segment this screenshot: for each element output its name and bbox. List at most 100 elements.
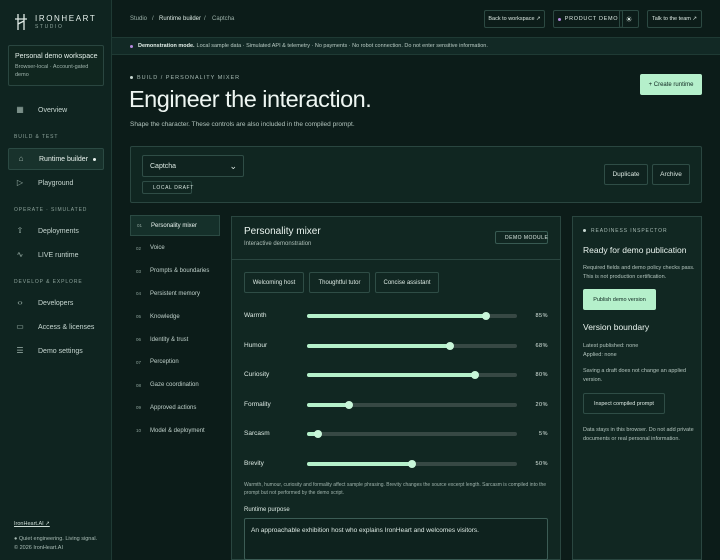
duplicate-button[interactable]: Duplicate	[604, 164, 648, 185]
sidebar-item-deployments[interactable]: ⇧ Deployments	[8, 220, 104, 242]
step-label: Approved actions	[150, 404, 197, 411]
slider-value: 5%	[539, 431, 548, 438]
notice-text: Local sample data · Simulated API & tele…	[196, 43, 488, 49]
step-label: Knowledge	[150, 313, 180, 320]
slider-value: 80%	[535, 372, 548, 379]
demo-notice-bar: Demonstration mode. Local sample data · …	[112, 38, 720, 55]
demo-module-label: DEMO MODULE	[505, 234, 549, 241]
step-number: 06	[136, 337, 142, 342]
step-label: Persistent memory	[150, 290, 201, 297]
archive-button[interactable]: Archive	[652, 164, 690, 185]
sidebar-item-access[interactable]: ▭ Access & licenses	[8, 316, 104, 338]
active-dot	[93, 157, 96, 161]
runtime-select[interactable]: Captcha ⌄	[142, 155, 244, 177]
step-number: 03	[136, 268, 142, 274]
slider-thumb[interactable]	[345, 400, 353, 409]
panel-divider	[231, 259, 561, 260]
talk-to-team-button[interactable]: Talk to the team ↗	[647, 10, 702, 28]
workspace-card[interactable]: Personal demo workspace Browser-local · …	[8, 45, 104, 86]
eyebrow-dot	[583, 229, 586, 232]
sidebar-item-overview[interactable]: ▦ Overview	[8, 99, 104, 121]
slider-track[interactable]	[307, 312, 517, 320]
version-boundary-title: Version boundary	[583, 322, 650, 332]
step-item[interactable]: 02 Voice	[130, 238, 220, 259]
breadcrumb-studio[interactable]: Studio	[130, 16, 147, 22]
breadcrumb-separator: /	[204, 16, 206, 22]
slider-thumb[interactable]	[481, 312, 490, 320]
card-icon: ▭	[16, 322, 24, 331]
upload-icon: ⇧	[16, 226, 24, 235]
step-item[interactable]: 04 Persistent memory	[130, 283, 220, 304]
saving-note: Saving a draft does not change an applie…	[583, 368, 687, 383]
slider-track[interactable]	[307, 460, 517, 468]
local-draft-label: LOCAL DRAFT	[153, 184, 194, 191]
mixer-title: Personality mixer	[244, 226, 321, 237]
slider-thumb[interactable]	[408, 460, 416, 468]
back-to-workspace-button[interactable]: Back to workspace ↗	[484, 10, 545, 28]
page-title: Engineer the interaction.	[129, 86, 372, 112]
inspector-title: Ready for demo publication	[583, 245, 687, 255]
runtime-purpose-label: Runtime purpose	[244, 507, 290, 513]
slider-track[interactable]	[307, 430, 517, 439]
sidebar-item-developers[interactable]: ‹› Developers	[8, 292, 104, 314]
step-number: 10	[136, 428, 142, 434]
sidebar-item-playground[interactable]: ▷ Playground	[8, 172, 104, 194]
sidebar-item-demo-settings[interactable]: ☰ Demo settings	[8, 340, 104, 362]
step-item[interactable]: 06 Identity & trust	[130, 329, 220, 350]
slider-fill	[307, 462, 412, 466]
product-demo-badge: PRODUCT DEMO	[553, 10, 623, 28]
sidebar-item-label: Overview	[38, 106, 68, 114]
slider-value: 20%	[535, 401, 548, 408]
sliders-icon: ☰	[16, 346, 24, 355]
slider-track[interactable]	[307, 341, 517, 350]
breadcrumb-runtime-builder[interactable]: Runtime builder	[159, 16, 201, 22]
slider-track[interactable]	[307, 400, 517, 409]
sidebar-item-live-runtime[interactable]: ∿ LIVE runtime	[8, 244, 104, 266]
sun-icon: ☀	[625, 14, 633, 24]
page-eyebrow: BUILD / PERSONALITY MIXER	[137, 75, 241, 81]
slider-fill	[307, 373, 475, 378]
product-demo-label: PRODUCT DEMO	[564, 16, 619, 22]
inspector-eyebrow: READINESS INSPECTOR	[591, 228, 668, 234]
inspect-compiled-prompt-button[interactable]: Inspect compiled prompt	[583, 393, 665, 414]
slider-label: Formality	[244, 400, 271, 408]
nav-section-operate: OPERATE · SIMULATED	[14, 207, 88, 213]
runtime-purpose-textarea[interactable]: An approachable exhibition host who expl…	[244, 518, 548, 560]
step-item[interactable]: 09 Approved actions	[130, 397, 220, 418]
step-item[interactable]: 10 Model & deployment	[130, 420, 220, 441]
slider-fill	[307, 343, 450, 348]
preset-thoughtful-tutor-button[interactable]: Thoughtful tutor	[309, 272, 370, 293]
nav-section-build: BUILD & TEST	[14, 134, 59, 140]
play-icon: ▷	[16, 178, 24, 187]
slider-thumb[interactable]	[313, 430, 322, 439]
runtime-select-value: Captcha	[150, 162, 177, 170]
slider-label: Humour	[244, 341, 268, 349]
mixer-subtitle: Interactive demonstration	[244, 241, 312, 247]
slider-fill	[307, 314, 486, 318]
preset-welcoming-host-button[interactable]: Welcoming host	[244, 272, 304, 293]
publish-demo-button[interactable]: Publish demo version	[583, 289, 656, 310]
create-runtime-button[interactable]: + Create runtime	[640, 74, 702, 95]
inspector-status-text: Required fields and demo policy checks p…	[583, 265, 695, 280]
brand-name: IRONHEART	[35, 14, 97, 23]
footer-link[interactable]: IronHeart.AI ↗	[14, 521, 50, 527]
slider-thumb[interactable]	[445, 341, 454, 350]
local-draft-badge: LOCAL DRAFT	[142, 181, 194, 194]
step-item[interactable]: 08 Gaze coordination	[130, 375, 220, 396]
footer-tagline: ● Quiet engineering. Living signal.	[14, 536, 98, 542]
slider-value: 68%	[535, 342, 548, 349]
step-number: 07	[136, 359, 142, 365]
theme-toggle-button[interactable]: ☀	[619, 10, 639, 28]
preset-concise-assistant-button[interactable]: Concise assistant	[375, 272, 439, 293]
step-item[interactable]: 03 Prompts & boundaries	[130, 261, 220, 282]
nav-section-develop: DEVELOP & EXPLORE	[14, 279, 83, 285]
sidebar-item-runtime-builder[interactable]: ⌂ Runtime builder	[8, 148, 104, 170]
eyebrow-dot	[130, 76, 133, 79]
step-item[interactable]: 01 Personality mixer	[130, 215, 220, 236]
step-item[interactable]: 07 Perception	[130, 352, 220, 373]
status-dot	[557, 17, 561, 21]
step-item[interactable]: 05 Knowledge	[130, 306, 220, 327]
step-number: 01	[137, 223, 143, 228]
slider-track[interactable]	[307, 371, 517, 380]
data-note: Data stays in this browser. Do not add p…	[583, 427, 694, 442]
